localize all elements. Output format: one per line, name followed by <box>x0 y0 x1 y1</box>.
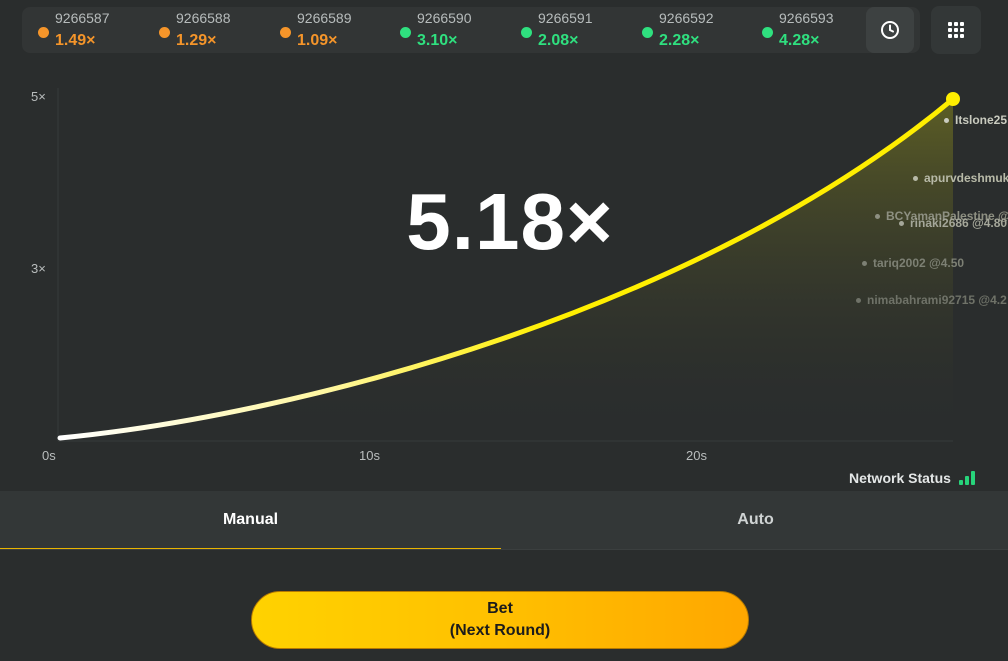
network-status: Network Status <box>849 470 975 486</box>
menu-button[interactable] <box>931 6 981 54</box>
bet-button-sublabel: (Next Round) <box>449 622 551 639</box>
bet-button-label: Bet <box>487 600 513 617</box>
round-multiplier: 2.08× <box>538 32 579 49</box>
player-cashout-label: apurvdeshmuk <box>913 171 1008 185</box>
y-tick-label: 5× <box>31 89 46 104</box>
player-cashout-label: tariq2002 @4.50 <box>862 256 964 270</box>
round-multiplier: 1.09× <box>297 32 338 49</box>
round-multiplier: 4.28× <box>779 32 820 49</box>
round-multiplier: 2.28× <box>659 32 700 49</box>
round-number: 9266588 <box>176 10 231 26</box>
status-dot-icon <box>762 27 773 38</box>
player-name: apurvdeshmuk <box>924 171 1008 185</box>
player-cashout-label: nimabahrami92715 @4.2 <box>856 293 1007 307</box>
player-dot-icon <box>856 298 861 304</box>
player-dot-icon <box>862 261 867 267</box>
history-button[interactable] <box>866 7 914 53</box>
current-multiplier: 5.18× <box>406 177 614 266</box>
history-item[interactable]: 9266587 1.49× <box>38 10 148 50</box>
player-cashout-label: Itslone25 <box>944 113 1007 127</box>
network-status-label: Network Status <box>849 470 951 486</box>
x-tick-label: 20s <box>686 448 707 463</box>
player-name: rinaki2686 @4.80 <box>910 216 1008 230</box>
status-dot-icon <box>38 27 49 38</box>
status-dot-icon <box>521 27 532 38</box>
status-dot-icon <box>642 27 653 38</box>
round-multiplier: 1.29× <box>176 32 217 49</box>
chart-canvas <box>57 88 960 442</box>
bet-mode-tabs: Manual Auto <box>0 491 1008 550</box>
history-item[interactable]: 9266590 3.10× <box>400 10 510 50</box>
round-number: 9266589 <box>297 10 352 26</box>
tab-auto[interactable]: Auto <box>505 491 1006 548</box>
history-item[interactable]: 9266593 4.28× <box>762 10 872 50</box>
x-tick-label: 0s <box>42 448 56 463</box>
tab-manual[interactable]: Manual <box>0 491 501 550</box>
round-number: 9266591 <box>538 10 593 26</box>
round-number: 9266590 <box>417 10 472 26</box>
history-item[interactable]: 9266589 1.09× <box>280 10 390 50</box>
round-multiplier: 3.10× <box>417 32 458 49</box>
history-item[interactable]: 9266592 2.28× <box>642 10 752 50</box>
grid-icon <box>948 22 964 38</box>
player-cashout-label: rinaki2686 @4.80 <box>899 216 1007 230</box>
bet-button[interactable]: Bet (Next Round) <box>251 591 749 649</box>
history-item[interactable]: 9266588 1.29× <box>159 10 269 50</box>
status-dot-icon <box>159 27 170 38</box>
y-tick-label: 3× <box>31 261 46 276</box>
multiplier-chart: 5× 3× 0s 10s 20s Itslone25 apurvdeshmuk … <box>0 60 1008 492</box>
round-number: 9266587 <box>55 10 110 26</box>
player-dot-icon <box>899 221 904 227</box>
tabs-divider <box>0 549 1008 550</box>
round-history-bar: 9266587 1.49× 9266588 1.29× 9266589 1.09… <box>22 7 920 53</box>
curve-fill-area <box>60 99 953 441</box>
x-tick-label: 10s <box>359 448 380 463</box>
player-dot-icon <box>875 214 880 220</box>
player-name: nimabahrami92715 @4.2 <box>867 293 1007 307</box>
player-name: tariq2002 @4.50 <box>873 256 965 270</box>
round-number: 9266592 <box>659 10 714 26</box>
status-dot-icon <box>400 27 411 38</box>
signal-icon <box>958 471 975 485</box>
curve-head-dot <box>946 92 960 106</box>
player-dot-icon <box>944 118 949 124</box>
round-multiplier: 1.49× <box>55 32 96 49</box>
player-name: Itslone25 <box>955 113 1008 127</box>
status-dot-icon <box>280 27 291 38</box>
player-dot-icon <box>913 176 918 182</box>
round-number: 9266593 <box>779 10 834 26</box>
clock-icon <box>881 21 899 39</box>
history-item[interactable]: 9266591 2.08× <box>521 10 631 50</box>
